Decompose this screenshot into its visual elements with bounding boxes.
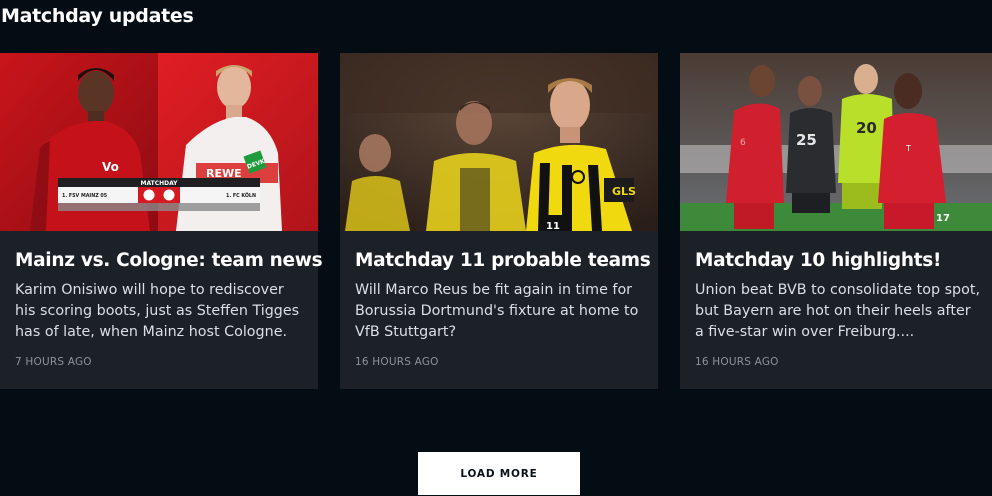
card-description: Karim Onisiwo will hope to rediscover hi…: [15, 282, 300, 340]
banner-home-team: 1. FSV MAINZ 05: [62, 193, 107, 199]
svg-text:T: T: [905, 144, 911, 153]
news-card-highlights[interactable]: 6 25 20 T 17 Matchday 10 highlights! Uni…: [680, 53, 992, 389]
shirt-number: 11: [546, 221, 560, 231]
banner-away-team: 1. FC KÖLN: [226, 192, 256, 199]
section-title: Matchday updates: [1, 5, 194, 27]
card-description: Union beat BVB to consolidate top spot, …: [695, 282, 981, 340]
card-timestamp: 7 HOURS AGO: [15, 356, 92, 368]
banner-header: MATCHDAY: [140, 180, 178, 187]
shirt-sponsor: GLS: [612, 185, 636, 198]
card-image-mainz-cologne: Vo REWE DEVK MATCHDAY 1. FSV MAINZ 05 1.…: [0, 53, 318, 231]
shirt-number-b: 20: [856, 119, 877, 137]
sponsor-logo-left: Vo: [102, 160, 119, 174]
card-title: Mainz vs. Cologne: team news: [15, 250, 323, 271]
shirt-number-a: 25: [796, 131, 817, 149]
news-card-mainz-cologne[interactable]: Vo REWE DEVK MATCHDAY 1. FSV MAINZ 05 1.…: [0, 53, 323, 389]
shirt-number-c: 17: [936, 213, 950, 224]
card-timestamp: 16 HOURS AGO: [695, 356, 779, 368]
load-more-button[interactable]: LOAD MORE: [418, 452, 580, 495]
card-image-highlights: 6 25 20 T 17: [680, 53, 992, 231]
card-title: Matchday 10 highlights!: [695, 250, 942, 271]
news-card-probable-teams[interactable]: GLS 11 Matchday 11 probable teams Will M…: [340, 53, 658, 389]
card-list: Vo REWE DEVK MATCHDAY 1. FSV MAINZ 05 1.…: [0, 53, 992, 389]
svg-text:6: 6: [740, 138, 746, 148]
card-image-probable-teams: GLS 11: [340, 53, 658, 231]
card-description: Will Marco Reus be fit again in time for…: [355, 282, 639, 340]
card-title: Matchday 11 probable teams: [355, 250, 651, 271]
card-timestamp: 16 HOURS AGO: [355, 356, 439, 368]
